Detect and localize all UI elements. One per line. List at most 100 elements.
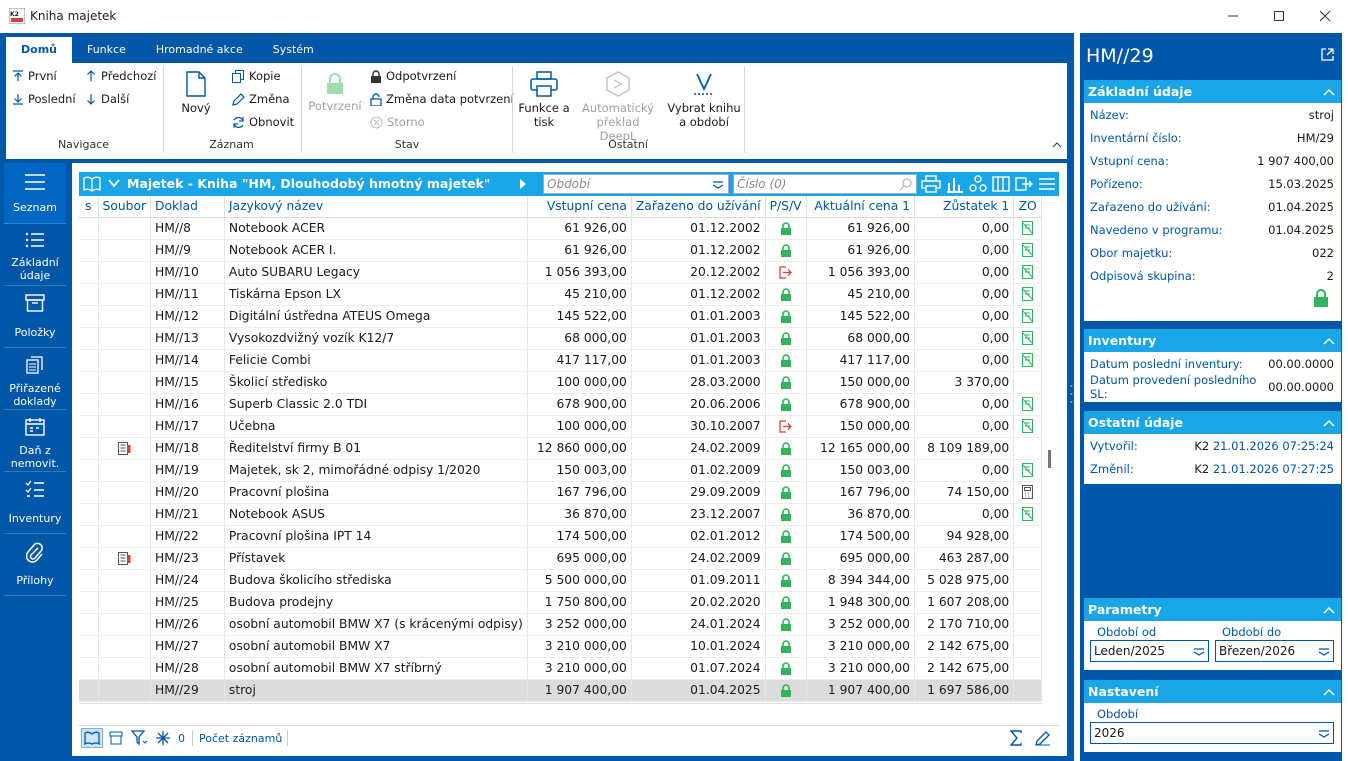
- chevron-up-icon[interactable]: [1323, 419, 1335, 427]
- table-row[interactable]: HM//9 Notebook ACER I. 61 926,00 01.12.2002…: [79, 239, 1042, 262]
- next-button[interactable]: Další: [85, 89, 129, 109]
- table-row[interactable]: HM//29 stroj 1 907 400,00 01.04.2025 1 907 4…: [79, 679, 1042, 702]
- choose-book-period-button[interactable]: Vybrat knihu a období: [664, 71, 744, 129]
- sidebar-item-attachments[interactable]: Přílohy: [4, 534, 66, 596]
- previous-button[interactable]: Předchozí: [85, 66, 156, 86]
- box-icon[interactable]: [109, 731, 123, 745]
- menu-icon[interactable]: [1038, 175, 1056, 193]
- table-row[interactable]: HM//18 Ředitelství firmy B 01 12 860 000,0…: [79, 437, 1042, 460]
- confirm-button[interactable]: Potvrzení: [306, 73, 364, 113]
- settings-period-select[interactable]: 2026: [1090, 722, 1334, 744]
- table-row[interactable]: HM//25 Budova prodejny 1 750 800,00 20.02.2…: [79, 591, 1042, 614]
- hierarchy-icon[interactable]: [969, 175, 987, 193]
- table-row[interactable]: HM//10 Auto SUBARU Legacy 1 056 393,00 20.1…: [79, 261, 1042, 284]
- minimize-button[interactable]: [1210, 0, 1256, 32]
- table-row[interactable]: HM//8 Notebook ACER 61 926,00 01.12.2002 61 …: [79, 217, 1042, 240]
- cell-psv: [765, 305, 807, 328]
- table-row[interactable]: HM//12 Digitální ústředna ATEUS Omega 145 …: [79, 305, 1042, 328]
- table-row[interactable]: HM//14 Felicie Combi 417 117,00 01.01.2003 4…: [79, 349, 1042, 372]
- tab-functions[interactable]: Funkce: [72, 37, 141, 63]
- printer-icon[interactable]: [921, 175, 941, 193]
- sidebar-item-basic-data[interactable]: Základní údaje: [4, 224, 66, 286]
- table-row[interactable]: HM//16 Superb Classic 2.0 TDI 678 900,00 20…: [79, 393, 1042, 416]
- table-row[interactable]: HM//23 Přístavek 695 000,00 24.02.2009 695 0…: [79, 547, 1042, 570]
- collapse-ribbon-icon[interactable]: [1052, 141, 1062, 149]
- table-row[interactable]: HM//11 Tiskárna Epson LX 45 210,00 01.12.20…: [79, 283, 1042, 306]
- refresh-button[interactable]: Obnovit: [232, 112, 294, 132]
- number-filter-input[interactable]: Číslo (0): [733, 174, 917, 194]
- bar-chart-icon[interactable]: [946, 175, 964, 193]
- column-header-name[interactable]: Jazykový název: [224, 196, 528, 218]
- table-row[interactable]: HM//28 osobní automobil BMW X7 stříbrný 3 …: [79, 657, 1042, 680]
- table-row[interactable]: HM//13 Vysokozdvižný vozík K12/7 68 000,00…: [79, 327, 1042, 350]
- change-confirm-date-button[interactable]: Změna data potvrzení: [370, 89, 514, 109]
- deepl-translate-button[interactable]: Automatický překlad DeepL: [578, 71, 658, 143]
- pop-out-icon[interactable]: [1321, 48, 1334, 61]
- splitter-handle[interactable]: [1070, 383, 1073, 405]
- sidebar-item-list[interactable]: Seznam: [4, 163, 66, 224]
- table-row[interactable]: HM//20 Pracovní plošina 167 796,00 29.09.20…: [79, 481, 1042, 504]
- table-row[interactable]: HM//17 Učebna 100 000,00 30.10.2007 150 000,…: [79, 415, 1042, 438]
- table-row[interactable]: HM//15 Školicí středisko 100 000,00 28.03.2…: [79, 371, 1042, 394]
- cell-name: stroj: [224, 679, 528, 702]
- export-icon[interactable]: [1015, 175, 1033, 193]
- search-icon[interactable]: [899, 178, 912, 191]
- edit-button[interactable]: Změna: [232, 89, 290, 109]
- inventory-header[interactable]: Inventury: [1084, 329, 1341, 352]
- cancel-button[interactable]: Storno: [370, 112, 425, 132]
- copy-button[interactable]: Kopie: [232, 66, 281, 86]
- functions-and-print-button[interactable]: Funkce a tisk: [516, 71, 572, 129]
- new-button[interactable]: Nový: [176, 71, 216, 115]
- table-row[interactable]: HM//26 osobní automobil BMW X7 (s krácený…: [79, 613, 1042, 636]
- snowflake-icon[interactable]: [155, 730, 171, 746]
- column-header-s[interactable]: s: [79, 196, 99, 218]
- basic-data-header[interactable]: Základní údaje: [1084, 80, 1341, 103]
- chevron-down-icon[interactable]: [108, 179, 120, 188]
- chevron-up-icon[interactable]: [1323, 88, 1335, 96]
- play-arrow-icon[interactable]: [519, 178, 527, 190]
- chevron-up-icon[interactable]: [1323, 606, 1335, 614]
- tab-bulk-actions[interactable]: Hromadné akce: [141, 37, 258, 63]
- vertical-scrollbar-thumb[interactable]: [1048, 450, 1051, 468]
- column-header-in-use-date[interactable]: Zařazeno do užívání: [631, 196, 766, 218]
- last-button[interactable]: Poslední: [12, 89, 76, 109]
- period-to-select[interactable]: Březen/2026: [1215, 640, 1334, 662]
- chevron-up-icon[interactable]: [1323, 337, 1335, 345]
- table-row[interactable]: HM//19 Majetek, sk 2, mimořádné odpisy 1/…: [79, 459, 1042, 482]
- chevron-up-icon[interactable]: [1323, 688, 1335, 696]
- filter-icon[interactable]: [131, 730, 149, 746]
- column-header-file[interactable]: Soubor: [98, 196, 152, 218]
- unconfirm-button[interactable]: Odpotvrzení: [370, 66, 456, 86]
- period-filter-input[interactable]: Období: [543, 174, 729, 194]
- column-header-psv[interactable]: P/S/V: [765, 196, 807, 218]
- sidebar-item-items[interactable]: Položky: [4, 286, 66, 348]
- maximize-button[interactable]: [1256, 0, 1302, 32]
- column-header-document[interactable]: Doklad: [150, 196, 225, 218]
- table-row[interactable]: HM//24 Budova školicího střediska 5 500 00…: [79, 569, 1042, 592]
- record-count-button[interactable]: Počet záznamů: [199, 732, 282, 745]
- parameters-header[interactable]: Parametry: [1084, 598, 1341, 621]
- sidebar-item-assigned-documents[interactable]: Přiřazené doklady: [4, 348, 66, 410]
- sum-icon[interactable]: [1009, 730, 1023, 746]
- column-header-zo[interactable]: ZO: [1013, 196, 1042, 218]
- table-row[interactable]: HM//27 osobní automobil BMW X7 3 210 000,0…: [79, 635, 1042, 658]
- table-row[interactable]: HM//21 Notebook ASUS 36 870,00 23.12.2007 36…: [79, 503, 1042, 526]
- book-view-toggle[interactable]: [81, 728, 103, 748]
- settings-header[interactable]: Nastavení: [1084, 680, 1341, 703]
- pencil-icon[interactable]: [1035, 730, 1051, 746]
- tab-home[interactable]: Domů: [6, 37, 72, 63]
- close-button[interactable]: [1302, 0, 1348, 32]
- column-header-input-price[interactable]: Vstupní cena: [527, 196, 632, 218]
- columns-icon[interactable]: [992, 175, 1010, 193]
- column-header-balance[interactable]: Zůstatek 1: [914, 196, 1015, 218]
- column-header-current-price[interactable]: Aktuální cena 1: [806, 196, 916, 218]
- sidebar-item-property-tax[interactable]: Daň z nemovit.: [4, 410, 66, 472]
- sidebar-item-inventories[interactable]: Inventury: [4, 472, 66, 534]
- period-from-select[interactable]: Leden/2025: [1090, 640, 1209, 662]
- book-icon[interactable]: [83, 176, 101, 192]
- table-row[interactable]: HM//22 Pracovní plošina IPT 14 174 500,00 0…: [79, 525, 1042, 548]
- tab-system[interactable]: Systém: [258, 37, 329, 63]
- first-button[interactable]: První: [12, 66, 57, 86]
- other-data-header[interactable]: Ostatní údaje: [1084, 411, 1341, 434]
- cell-s: [79, 283, 99, 306]
